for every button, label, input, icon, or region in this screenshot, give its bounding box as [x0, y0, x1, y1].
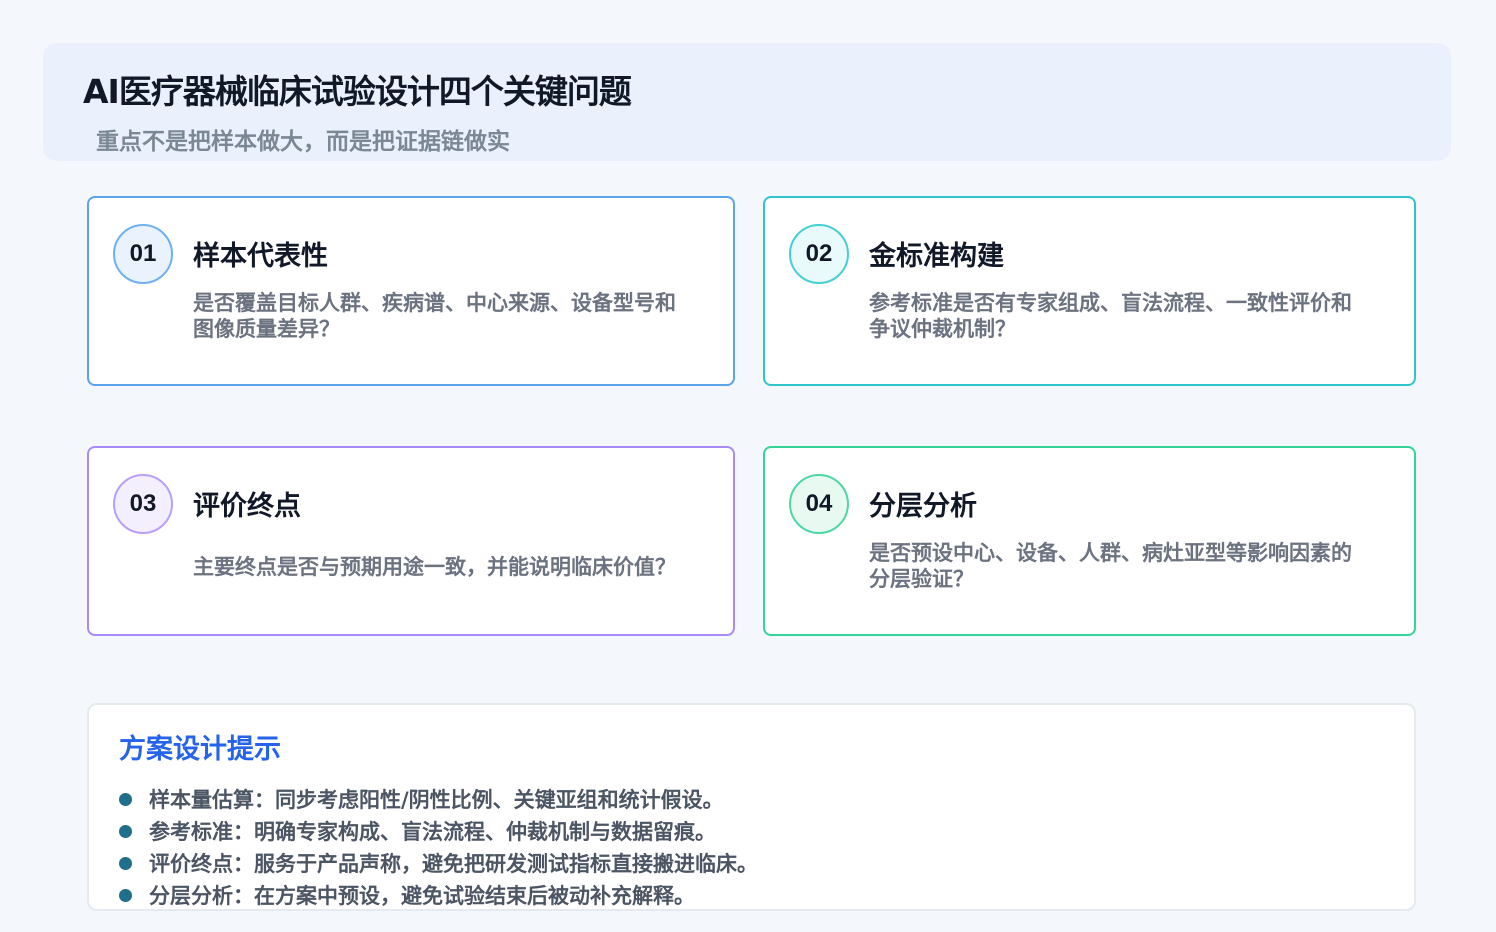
- card-title: 样本代表性: [193, 241, 328, 272]
- tips-list-item: 分层分析：在方案中预设，避免试验结束后被动补充解释。: [119, 879, 758, 911]
- question-card-gold-standard: 02 金标准构建 参考标准是否有专家组成、盲法流程、一致性评价和争议仲裁机制？: [763, 196, 1416, 386]
- card-title: 评价终点: [193, 491, 301, 522]
- card-number-badge: 02: [789, 224, 849, 284]
- question-card-stratified-analysis: 04 分层分析 是否预设中心、设备、人群、病灶亚型等影响因素的分层验证？: [763, 446, 1416, 636]
- design-tips-panel: 方案设计提示 样本量估算：同步考虑阳性/阴性比例、关键亚组和统计假设。 参考标准…: [87, 703, 1416, 911]
- card-title: 分层分析: [869, 491, 977, 522]
- bullet-dot-icon: [119, 856, 132, 870]
- tips-item-text: 分层分析：在方案中预设，避免试验结束后被动补充解释。: [149, 884, 695, 908]
- card-number-badge: 01: [113, 224, 173, 284]
- card-description: 主要终点是否与预期用途一致，并能说明临床价值？: [193, 555, 676, 579]
- card-number-badge: 04: [789, 474, 849, 534]
- page-title: AI医疗器械临床试验设计四个关键问题: [83, 72, 632, 111]
- tips-list: 样本量估算：同步考虑阳性/阴性比例、关键亚组和统计假设。 参考标准：明确专家构成…: [119, 783, 758, 911]
- bullet-dot-icon: [119, 824, 132, 838]
- tips-item-text: 参考标准：明确专家构成、盲法流程、仲裁机制与数据留痕。: [149, 820, 716, 844]
- card-number-badge: 03: [113, 474, 173, 534]
- tips-item-text: 评价终点：服务于产品声称，避免把研发测试指标直接搬进临床。: [149, 852, 758, 876]
- card-title: 金标准构建: [869, 241, 1004, 272]
- page-subtitle: 重点不是把样本做大，而是把证据链做实: [96, 129, 510, 155]
- tips-item-text: 样本量估算：同步考虑阳性/阴性比例、关键亚组和统计假设。: [149, 788, 724, 812]
- question-card-endpoints: 03 评价终点 主要终点是否与预期用途一致，并能说明临床价值？: [87, 446, 735, 636]
- tips-list-item: 参考标准：明确专家构成、盲法流程、仲裁机制与数据留痕。: [119, 815, 758, 847]
- card-description: 是否预设中心、设备、人群、病灶亚型等影响因素的分层验证？: [869, 541, 1352, 591]
- tips-list-item: 样本量估算：同步考虑阳性/阴性比例、关键亚组和统计假设。: [119, 783, 758, 815]
- bullet-dot-icon: [119, 792, 132, 806]
- card-description: 是否覆盖目标人群、疾病谱、中心来源、设备型号和图像质量差异？: [193, 291, 676, 341]
- card-description: 参考标准是否有专家组成、盲法流程、一致性评价和争议仲裁机制？: [869, 291, 1352, 341]
- tips-title: 方案设计提示: [119, 734, 281, 765]
- question-card-sample-representativeness: 01 样本代表性 是否覆盖目标人群、疾病谱、中心来源、设备型号和图像质量差异？: [87, 196, 735, 386]
- header-banner: AI医疗器械临床试验设计四个关键问题 重点不是把样本做大，而是把证据链做实: [43, 43, 1451, 161]
- bullet-dot-icon: [119, 888, 132, 902]
- tips-list-item: 评价终点：服务于产品声称，避免把研发测试指标直接搬进临床。: [119, 847, 758, 879]
